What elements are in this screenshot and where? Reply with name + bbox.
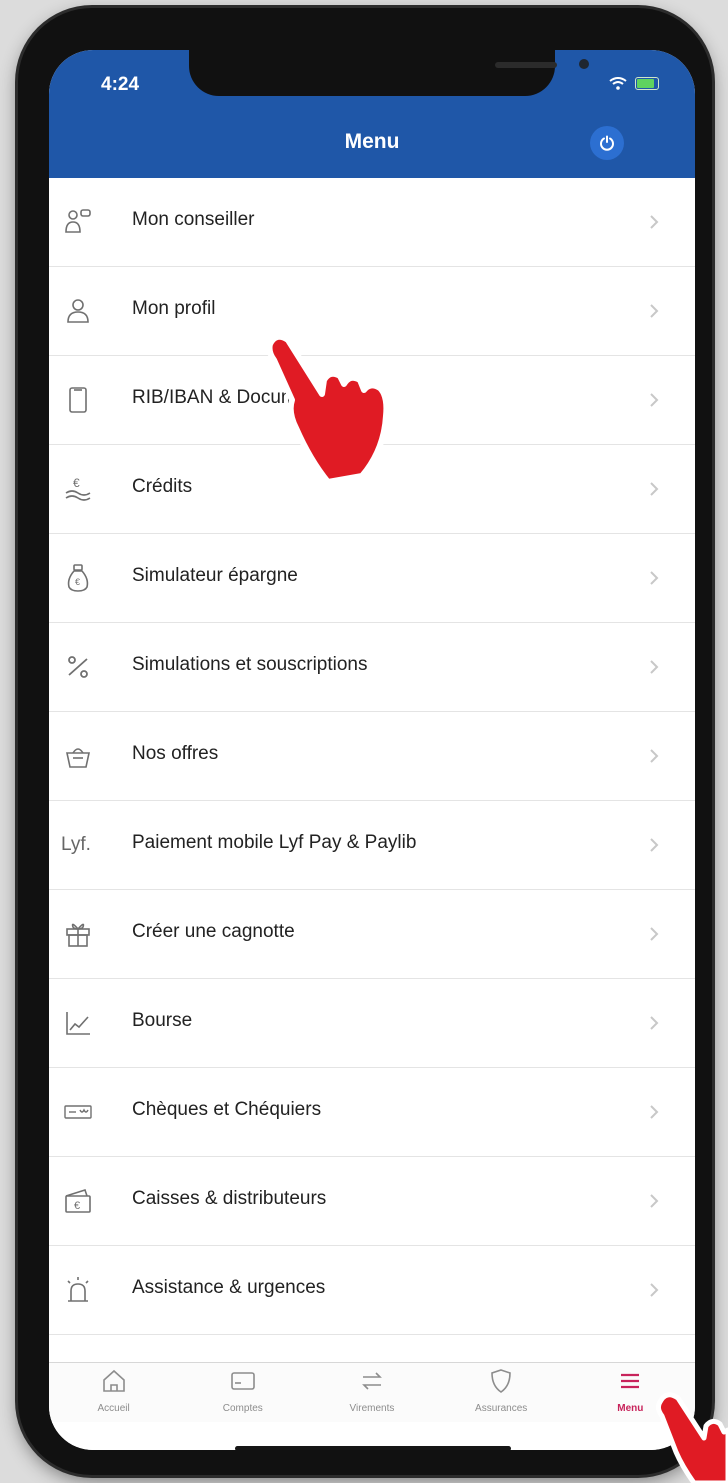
menu-item-label: Paiement mobile Lyf Pay & Paylib [132, 832, 417, 853]
atm-icon: € [63, 1185, 93, 1217]
menu-item-label: Mon conseiller [132, 209, 255, 230]
chevron-right-icon [650, 927, 659, 941]
svg-text:€: € [73, 476, 80, 490]
menu-item-creer-cagnotte[interactable]: Créer une cagnotte [49, 890, 695, 979]
home-indicator[interactable] [235, 1446, 511, 1450]
transfer-arrows-icon [362, 1372, 382, 1390]
accounts-card-icon [230, 1372, 255, 1390]
basket-icon [63, 740, 93, 772]
speaker-grille [495, 62, 557, 68]
tab-comptes[interactable]: Comptes [178, 1363, 307, 1423]
chevron-right-icon [650, 215, 659, 229]
chevron-right-icon [650, 1194, 659, 1208]
tab-accueil[interactable]: Accueil [49, 1363, 178, 1423]
chevron-right-icon [650, 1283, 659, 1297]
home-icon [102, 1369, 125, 1392]
notch [189, 50, 589, 96]
menu-item-bourse[interactable]: Bourse [49, 979, 695, 1068]
svg-text:€: € [75, 577, 80, 587]
menu-item-label: Simulations et souscriptions [132, 654, 368, 675]
alarm-icon [63, 1274, 93, 1306]
menu-item-label: Créer une cagnotte [132, 921, 295, 942]
menu-item-paiement-mobile[interactable]: Lyf. Paiement mobile Lyf Pay & Paylib [49, 801, 695, 890]
menu-item-label: Caisses & distributeurs [132, 1188, 327, 1209]
svg-text:€: € [74, 1200, 80, 1212]
wifi-icon [609, 77, 627, 90]
menu-item-nos-offres[interactable]: Nos offres [49, 712, 695, 801]
menu-item-label: Nos offres [132, 743, 219, 764]
menu-item-cheques-chequiers[interactable]: Chèques et Chéquiers [49, 1068, 695, 1157]
menu-item-label: Bourse [132, 1010, 193, 1031]
hamburger-icon [621, 1373, 640, 1389]
menu-item-simulations-souscriptions[interactable]: Simulations et souscriptions [49, 623, 695, 712]
tab-label: Comptes [222, 1403, 263, 1414]
front-camera [579, 59, 589, 69]
stock-chart-icon [63, 1007, 93, 1039]
power-icon [600, 135, 614, 151]
chevron-right-icon [650, 571, 659, 585]
tab-label: Assurances [475, 1403, 528, 1414]
nav-bar: Menu [49, 108, 695, 178]
advisor-icon [63, 206, 93, 238]
chevron-right-icon [650, 1016, 659, 1030]
tab-label: Accueil [97, 1403, 130, 1414]
menu-item-label: Assistance & urgences [132, 1277, 326, 1298]
pointing-hand-icon [266, 333, 390, 485]
tab-bar: Accueil Comptes Virements Assurances Men… [49, 1362, 695, 1423]
document-icon [63, 384, 93, 416]
status-time: 4:24 [101, 74, 140, 95]
status-icons [609, 77, 659, 90]
menu-item-label: Mon profil [132, 298, 216, 319]
user-icon [63, 295, 93, 327]
chevron-right-icon [650, 749, 659, 763]
lyf-logo-icon: Lyf. [61, 834, 91, 855]
tab-label: Virements [349, 1403, 395, 1414]
menu-item-simulateur-epargne[interactable]: € Simulateur épargne [49, 534, 695, 623]
chevron-right-icon [650, 838, 659, 852]
gift-icon [63, 918, 93, 950]
menu-item-caisses-distributeurs[interactable]: € Caisses & distributeurs [49, 1157, 695, 1246]
app-screen: 4:24 Menu Mon conseiller Mon profil RIB/… [49, 50, 695, 1450]
cheque-icon [63, 1096, 93, 1128]
chevron-right-icon [650, 304, 659, 318]
pointing-hand-icon [655, 1392, 728, 1483]
chevron-right-icon [650, 1105, 659, 1119]
menu-item-assistance-urgences[interactable]: Assistance & urgences [49, 1246, 695, 1335]
menu-item-label: Chèques et Chéquiers [132, 1099, 322, 1120]
menu-item-label: Simulateur épargne [132, 565, 298, 586]
menu-item-label: Crédits [132, 476, 193, 497]
percent-icon [63, 651, 93, 683]
credit-icon: € [63, 473, 93, 505]
home-indicator-area [49, 1422, 695, 1450]
chevron-right-icon [650, 393, 659, 407]
savings-bag-icon: € [63, 562, 93, 594]
battery-icon [635, 77, 659, 90]
shield-icon [491, 1369, 511, 1393]
tab-assurances[interactable]: Assurances [437, 1363, 566, 1423]
logout-button[interactable] [590, 126, 624, 160]
tab-virements[interactable]: Virements [307, 1363, 436, 1423]
chevron-right-icon [650, 660, 659, 674]
chevron-right-icon [650, 482, 659, 496]
menu-item-mon-conseiller[interactable]: Mon conseiller [49, 178, 695, 267]
